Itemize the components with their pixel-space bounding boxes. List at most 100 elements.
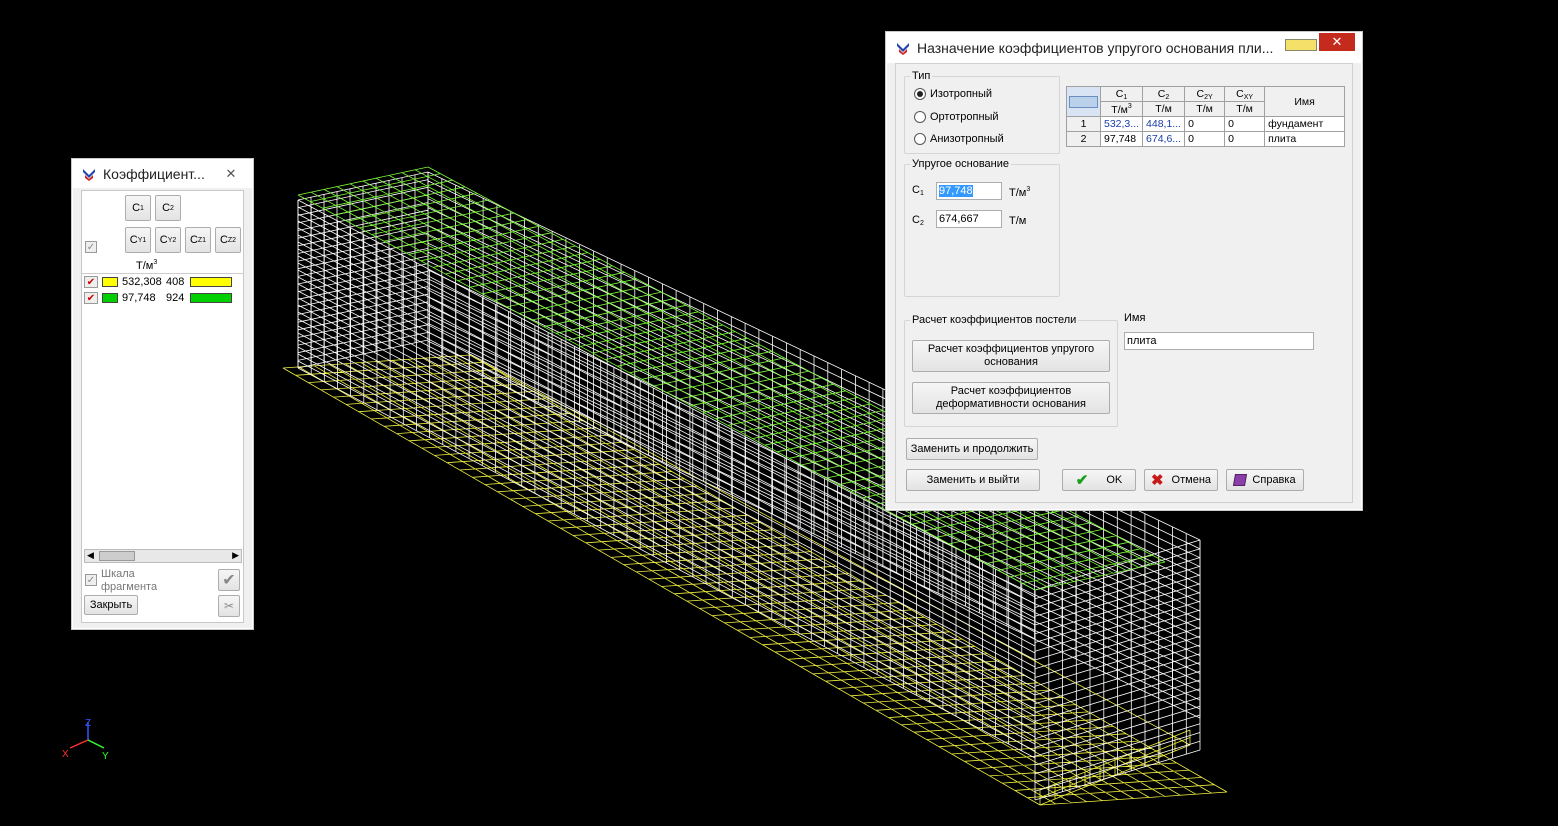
type-group-label: Тип [910, 70, 933, 82]
color-bar [190, 293, 232, 303]
cell-c2y[interactable]: 0 [1184, 131, 1226, 147]
tab-c2[interactable]: C2 [155, 195, 181, 221]
radio-button[interactable] [914, 111, 926, 123]
elastic-foundation-dialog: Назначение коэффициентов упругого основа… [886, 32, 1362, 510]
c2-unit: Т/м [1009, 215, 1027, 227]
tab-cy2[interactable]: C Y2 [155, 227, 181, 253]
row-visible-checkbox[interactable]: ✔ [84, 276, 98, 288]
row-visible-checkbox[interactable]: ✔ [84, 292, 98, 304]
panel-title: Коэффициент... [103, 166, 205, 182]
legend-row[interactable]: ✔ 532,308 408 [84, 275, 244, 289]
calc-deformation-button[interactable]: Расчет коэффициентов деформативности осн… [912, 382, 1110, 414]
tab-cz2[interactable]: C Z2 [215, 227, 241, 253]
help-label: Справка [1252, 473, 1296, 486]
header-cxy[interactable]: CXY [1224, 86, 1266, 102]
axis-x-label: X [62, 749, 69, 760]
radio-button[interactable] [914, 88, 926, 100]
table-row[interactable]: 2 97,748 674,6... 0 0 плита [1066, 131, 1346, 147]
far-end-wall-mesh [1034, 539, 1201, 801]
panel-close-button[interactable]: ✕ [216, 165, 246, 183]
help-button[interactable]: Справка [1226, 469, 1304, 491]
row-value: 532,308 [122, 276, 162, 288]
book-icon [1233, 474, 1248, 486]
cancel-button[interactable]: ✖ Отмена [1144, 469, 1218, 491]
scroll-thumb[interactable] [99, 551, 135, 561]
near-end-wall-mesh [297, 171, 429, 369]
row-value2: 408 [166, 276, 185, 288]
dialog-close-button[interactable]: ✕ [1319, 33, 1355, 51]
cell-c1[interactable]: 532,3... [1099, 116, 1144, 132]
unit-header: Т/м3 [136, 259, 158, 272]
cell-name[interactable]: фундамент [1264, 116, 1346, 132]
radio-anisotropic[interactable]: Анизотропный [914, 133, 1004, 145]
c1-label: C1 [912, 184, 924, 197]
cell-c2[interactable]: 448,1... [1142, 116, 1186, 132]
unit-c1: Т/м3 [1099, 101, 1144, 117]
dialog-title: Назначение коэффициентов упругого основа… [917, 40, 1274, 56]
unit-c2y: Т/м [1184, 101, 1226, 117]
scroll-right-icon[interactable]: ▶ [232, 550, 239, 561]
radio-orthotropic[interactable]: Ортотропный [914, 111, 999, 123]
name-label: Имя [1124, 312, 1146, 324]
radio-button[interactable] [914, 133, 926, 145]
checkmark-icon: ✔ [1075, 471, 1089, 489]
cancel-icon-button[interactable]: ✂ [218, 595, 240, 617]
cell-cxy[interactable]: 0 [1224, 131, 1266, 147]
radio-label: Изотропный [930, 88, 993, 100]
panel-close-text-button[interactable]: Закрыть [84, 595, 138, 615]
c1-input[interactable]: 97,748 [936, 182, 1002, 200]
coefficients-table[interactable]: C1 C2 C2Y CXY Имя Т/м3 Т/м Т/м Т/м 1 532… [1066, 86, 1346, 147]
cell-cxy[interactable]: 0 [1224, 116, 1266, 132]
header-c1[interactable]: C1 [1099, 86, 1144, 102]
cancel-label: Отмена [1171, 473, 1212, 486]
color-bar [190, 277, 232, 287]
cell-c1[interactable]: 97,748 [1099, 131, 1144, 147]
app-logo-icon [83, 169, 95, 181]
ruler-icon [1285, 39, 1317, 51]
c2-label: C2 [912, 214, 924, 227]
scroll-left-icon[interactable]: ◀ [87, 550, 94, 561]
replace-continue-button[interactable]: Заменить и продолжить [906, 438, 1038, 460]
header-c2y[interactable]: C2Y [1184, 86, 1226, 102]
elastic-group-label: Упругое основание [910, 158, 1011, 170]
axis-z-label: Z [85, 718, 91, 729]
horizontal-scrollbar[interactable]: ◀ ▶ [84, 549, 242, 563]
dialog-titlebar[interactable]: Назначение коэффициентов упругого основа… [887, 33, 1361, 63]
c1-unit: Т/м3 [1009, 186, 1031, 199]
row-value2: 924 [166, 292, 185, 304]
tab-cy1[interactable]: C Y1 [125, 227, 151, 253]
header-name[interactable]: Имя [1264, 86, 1346, 117]
ok-button[interactable]: ✔ OK [1062, 469, 1136, 491]
cell-name[interactable]: плита [1264, 131, 1346, 147]
color-swatch [102, 277, 118, 287]
table-row[interactable]: 1 532,3... 448,1... 0 0 фундамент [1066, 116, 1346, 132]
table-corner[interactable] [1066, 86, 1101, 117]
radio-label: Анизотропный [930, 133, 1004, 145]
unit-cxy: Т/м [1224, 101, 1266, 117]
unit-c2: Т/м [1142, 101, 1186, 117]
header-c2[interactable]: C2 [1142, 86, 1186, 102]
panel-checkbox[interactable]: ✓ [85, 241, 97, 253]
tab-cz1[interactable]: C Z1 [185, 227, 211, 253]
row-number: 1 [1066, 116, 1101, 132]
axis-y-label: Y [102, 751, 109, 762]
name-input[interactable]: плита [1124, 332, 1314, 350]
replace-exit-button[interactable]: Заменить и выйти [906, 469, 1040, 491]
dialog-body: Тип Изотропный Ортотропный Анизотропный … [895, 63, 1353, 503]
coefficient-scale-panel: Коэффициент... ✕ C1 C2 ✓ C Y1 C Y2 C Z1 C Z2… [72, 159, 253, 629]
scale-fragment-checkbox[interactable]: ✓ [85, 574, 97, 586]
c2-input[interactable]: 674,667 [936, 210, 1002, 228]
cell-c2y[interactable]: 0 [1184, 116, 1226, 132]
apply-icon-button[interactable]: ✔ [218, 569, 240, 591]
cell-c2[interactable]: 674,6... [1142, 131, 1186, 147]
calc-group-label: Расчет коэффициентов постели [910, 314, 1079, 326]
tab-c1[interactable]: C1 [125, 195, 151, 221]
legend-row[interactable]: ✔ 97,748 924 [84, 291, 244, 305]
app-logo-icon [897, 43, 909, 55]
radio-isotropic[interactable]: Изотропный [914, 88, 992, 100]
cross-icon: ✖ [1150, 471, 1164, 489]
radio-label: Ортотропный [930, 111, 999, 123]
panel-titlebar[interactable]: Коэффициент... ✕ [73, 160, 252, 188]
color-swatch [102, 293, 118, 303]
calc-elastic-button[interactable]: Расчет коэффициентов упругого основания [912, 340, 1110, 372]
